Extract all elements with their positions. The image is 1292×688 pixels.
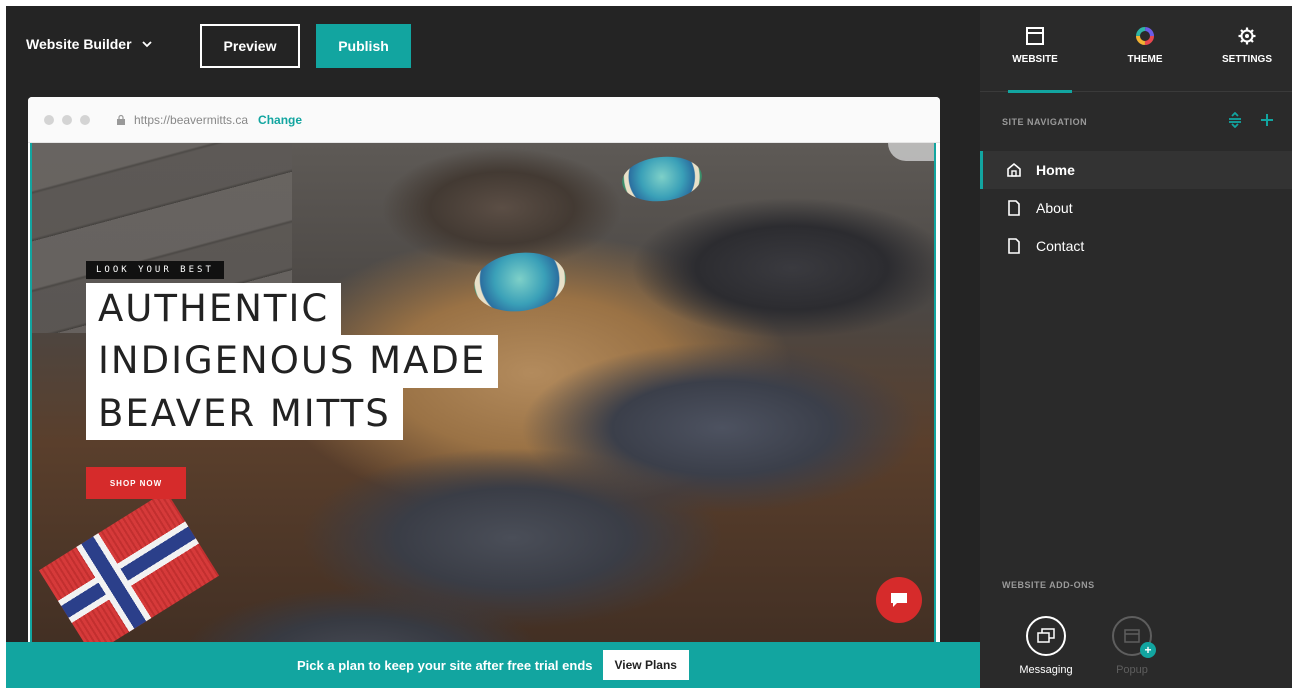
window-dots: [44, 114, 90, 125]
plus-badge-icon: +: [1140, 642, 1156, 658]
change-domain-link[interactable]: Change: [258, 113, 302, 127]
tab-label: THEME: [1127, 54, 1163, 65]
website-icon: [1026, 27, 1044, 45]
flag-beadwork-image: [38, 490, 220, 656]
hero-kicker: LOOK YOUR BEST: [86, 261, 224, 279]
shop-now-button[interactable]: SHOP NOW: [86, 467, 186, 499]
home-icon: [1007, 162, 1021, 177]
tab-theme[interactable]: THEME: [1100, 26, 1190, 65]
add-page-icon[interactable]: [1260, 112, 1274, 128]
brand-label: Website Builder: [26, 36, 132, 52]
chevron-down-icon: [141, 41, 152, 48]
addon-popup[interactable]: + Popup: [1092, 616, 1172, 676]
nav-item-home[interactable]: Home: [980, 151, 1292, 189]
window-dot: [80, 114, 90, 125]
headline-line: AUTHENTIC: [86, 283, 342, 336]
tab-label: WEBSITE: [1012, 54, 1058, 65]
view-plans-button[interactable]: View Plans: [602, 650, 689, 680]
website-builder-app: Website Builder Preview Publish https://…: [6, 6, 1292, 688]
gear-icon: [1238, 27, 1256, 45]
active-tab-indicator: [1008, 90, 1072, 93]
site-navigation-title: SITE NAVIGATION: [1002, 117, 1088, 127]
panel-tabs: WEBSITE THEME SETTINGS: [980, 6, 1292, 93]
site-preview-frame: https://beavermitts.ca Change LOOK YOUR …: [28, 97, 940, 688]
website-builder-menu[interactable]: Website Builder: [26, 36, 154, 52]
window-dot: [62, 114, 72, 125]
reorder-icon[interactable]: [1228, 112, 1242, 128]
nav-item-label: About: [1036, 200, 1073, 216]
trial-banner: Pick a plan to keep your site after free…: [6, 642, 980, 688]
page-icon: [1008, 200, 1020, 216]
headline-line: BEAVER MITTS: [86, 387, 403, 441]
page-icon: [1008, 238, 1020, 254]
window-dot: [44, 114, 54, 125]
popup-icon: [1124, 629, 1140, 643]
preview-url-bar: https://beavermitts.ca Change: [28, 97, 940, 143]
nav-item-contact[interactable]: Contact: [980, 227, 1292, 265]
messaging-icon: [1037, 628, 1055, 643]
tab-website[interactable]: WEBSITE: [990, 26, 1080, 65]
nav-item-label: Home: [1036, 162, 1075, 178]
preview-button[interactable]: Preview: [200, 24, 300, 68]
nav-item-about[interactable]: About: [980, 189, 1292, 227]
beaded-patch-image: [619, 152, 705, 206]
editor-side-panel: WEBSITE THEME SETTINGS SITE NAVIGATION H…: [980, 6, 1292, 688]
addon-messaging[interactable]: Messaging: [1006, 616, 1086, 676]
top-toolbar: Website Builder Preview Publish: [6, 6, 980, 86]
tab-settings[interactable]: SETTINGS: [1202, 26, 1292, 65]
lock-icon: [117, 114, 125, 125]
chat-bubble-icon: [891, 593, 907, 607]
publish-button[interactable]: Publish: [316, 24, 411, 68]
preview-scroll-handle[interactable]: [888, 143, 934, 161]
theme-color-wheel-icon: [1136, 27, 1154, 45]
addon-label: Popup: [1116, 664, 1148, 676]
chat-widget-button[interactable]: [876, 577, 922, 623]
nav-item-label: Contact: [1036, 238, 1085, 254]
hero-section[interactable]: LOOK YOUR BEST AUTHENTIC INDIGENOUS MADE…: [30, 143, 936, 688]
website-addons-title: WEBSITE ADD-ONS: [1002, 580, 1095, 590]
addon-icon-circle: [1026, 616, 1066, 656]
headline-line: INDIGENOUS MADE: [86, 335, 499, 388]
addon-icon-circle: +: [1112, 616, 1156, 658]
site-navigation-tools: [1228, 112, 1274, 128]
tab-label: SETTINGS: [1221, 54, 1272, 65]
site-url: https://beavermitts.ca: [134, 112, 249, 127]
trial-banner-text: Pick a plan to keep your site after free…: [297, 657, 593, 673]
addon-label: Messaging: [1019, 664, 1073, 676]
hero-headline: AUTHENTIC INDIGENOUS MADE BEAVER MITTS: [86, 283, 499, 441]
